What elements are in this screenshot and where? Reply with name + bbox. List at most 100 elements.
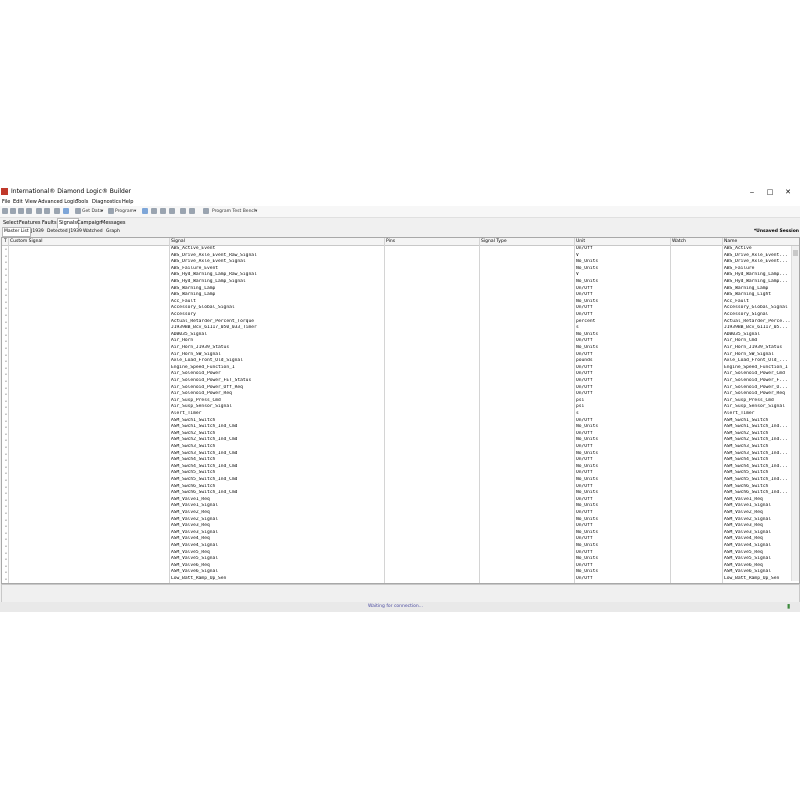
table-row[interactable]: ASM_Valve2_Signal No_Units ⌄ ASM_Valve2_Sig… (2, 517, 799, 524)
table-row[interactable]: ASM_Valve3_Signal No_Units ⌄ ASM_Valve3_Sig… (2, 530, 799, 537)
grid-icon[interactable] (151, 208, 157, 214)
menu-tools[interactable]: Tools (76, 198, 88, 206)
table-row[interactable]: ASM_Valve6_Req On/Off ⌄ ASM_Valve6_Req (2, 563, 799, 570)
watch-chevron-icon[interactable]: ⌄ (2, 511, 10, 515)
table-row[interactable]: Engine_Speed_Function_1 On/Off ⌄ Engine_Spe… (2, 365, 799, 372)
filter-icon[interactable] (169, 208, 175, 214)
column-header-signal-type[interactable]: Signal Type (481, 238, 571, 245)
watch-chevron-icon[interactable]: ⌄ (2, 346, 10, 350)
table-row[interactable]: Air_Susp_Sensor_Signal psi ⌄ Air_Susp_Senso… (2, 404, 799, 411)
connect-icon[interactable] (54, 208, 60, 214)
get-data-icon[interactable] (75, 208, 81, 214)
watch-chevron-icon[interactable]: ⌄ (2, 274, 10, 278)
table-row[interactable]: ASM_Valve3_Req On/Off ⌄ ASM_Valve3_Req (2, 523, 799, 530)
close-button[interactable]: ✕ (777, 186, 799, 198)
column-header-name[interactable]: Name (724, 238, 790, 245)
watch-chevron-icon[interactable]: ⌄ (2, 333, 10, 337)
watch-chevron-icon[interactable]: ⌄ (2, 267, 10, 271)
table-row[interactable]: Air_Horn On/Off ⌄ Air_Horn_Cmd (2, 338, 799, 345)
table-row[interactable]: J1939BB_Bcv_61117_050_033_Timer s ⌄ J1939BB… (2, 325, 799, 332)
watch-chevron-icon[interactable]: ⌄ (2, 498, 10, 502)
menu-advanced-logic[interactable]: Advanced Logic (38, 198, 77, 206)
program-dropdown-icon[interactable]: ▾ (134, 207, 136, 216)
column-header-signal[interactable]: Signal (171, 238, 381, 245)
save-icon[interactable] (18, 208, 24, 214)
watch-chevron-icon[interactable]: ⌄ (2, 465, 10, 469)
table-row[interactable]: ASM_Swch3_Switch On/Off ⌄ ASM_Swch3_Switch (2, 444, 799, 451)
menu-file[interactable]: File (2, 198, 10, 206)
table-row[interactable]: Air_Susp_Press_Cmd psi ⌄ Air_Susp_Press_Cmd (2, 398, 799, 405)
table-row[interactable]: Air_Solenoid_Power On/Off ⌄ Air_Solenoid_Po… (2, 371, 799, 378)
watch-chevron-icon[interactable]: ⌄ (2, 426, 10, 430)
watch-chevron-icon[interactable]: ⌄ (2, 386, 10, 390)
table-row[interactable]: ABS_Hyd_Warning_Lamp_Raw_Signal V ⌄ ABS_Hyd… (2, 272, 799, 279)
subtab-graph[interactable]: Graph (106, 228, 120, 236)
subtab-j1939[interactable]: J1939 (31, 228, 44, 236)
subtab-watched[interactable]: Watched (83, 228, 103, 236)
watch-chevron-icon[interactable]: ⌄ (2, 399, 10, 403)
watch-chevron-icon[interactable]: ⌄ (2, 294, 10, 298)
watch-chevron-icon[interactable]: ⌄ (2, 313, 10, 317)
watch-chevron-icon[interactable]: ⌄ (2, 564, 10, 568)
table-row[interactable]: Axle_Load_Front_Old_Signal pounds ⌄ Axle_Lo… (2, 358, 799, 365)
watch-chevron-icon[interactable]: ⌄ (2, 307, 10, 311)
table-row[interactable]: ASM_Valve2_Req On/Off ⌄ ASM_Valve2_Req (2, 510, 799, 517)
test-bench-icon[interactable] (203, 208, 209, 214)
table-row[interactable]: ADB035_Signal No_Units ⌄ ADB035_Signal (2, 332, 799, 339)
watch-chevron-icon[interactable]: ⌄ (2, 254, 10, 258)
table-row[interactable]: ASM_Swch4_Switch On/Off ⌄ ASM_Swch4_Switch (2, 457, 799, 464)
subtab-detected-j1939[interactable]: Detected J1939 (47, 228, 82, 236)
table-row[interactable]: Air_Solenoid_Power_Req On/Off ⌄ Air_Solenoi… (2, 391, 799, 398)
watch-chevron-icon[interactable]: ⌄ (2, 419, 10, 423)
tab-messages[interactable]: Messages (101, 219, 126, 228)
new-file-icon[interactable] (2, 208, 8, 214)
table-row[interactable]: Air_Horn_J1939_Status No_Units ⌄ Air_Horn_J… (2, 345, 799, 352)
table-row[interactable]: ABS_Failure_Event No_Units ⌄ ABS_Failure (2, 266, 799, 273)
program-icon[interactable] (108, 208, 114, 214)
table-row[interactable]: Air_Horn_SW_Signal On/Off ⌄ Air_Horn_SW_Sig… (2, 352, 799, 359)
table-row[interactable]: ABS_Active_Event On/Off ⌄ ABS_Active (2, 246, 799, 253)
column-header-custom-signal[interactable]: Custom Signal (10, 238, 160, 245)
table-row[interactable]: Actual_Retarder_Percent_Torque percent ⌄ Ac… (2, 319, 799, 326)
tab-campaign[interactable]: Campaign (77, 219, 102, 228)
watch-chevron-icon[interactable]: ⌄ (2, 518, 10, 522)
link-icon[interactable] (180, 208, 186, 214)
column-header-watch[interactable]: Watch (672, 238, 717, 245)
print-icon[interactable] (26, 208, 32, 214)
watch-chevron-icon[interactable]: ⌄ (2, 300, 10, 304)
table-row[interactable]: Air_Solenoid_Power_FET_Status On/Off ⌄ Air_… (2, 378, 799, 385)
watch-chevron-icon[interactable]: ⌄ (2, 373, 10, 377)
watch-chevron-icon[interactable]: ⌄ (2, 412, 10, 416)
watch-chevron-icon[interactable]: ⌄ (2, 544, 10, 548)
watch-chevron-icon[interactable]: ⌄ (2, 492, 10, 496)
table-row[interactable]: ASM_Swch1_Switch_Ind_Cmd No_Units ⌄ ASM_Swc… (2, 424, 799, 431)
table-row[interactable]: ABS_Warning_Lamp On/Off ⌄ ABS_Warning_Light (2, 292, 799, 299)
program-test-bench-button[interactable]: Program Test Bench (212, 207, 257, 216)
table-row[interactable]: Accessory On/Off ⌄ Accessory_Signal (2, 312, 799, 319)
tab-signals[interactable]: Signals (57, 218, 79, 228)
get-data-dropdown-icon[interactable]: ▾ (101, 207, 103, 216)
watch-chevron-icon[interactable]: ⌄ (2, 320, 10, 324)
table-row[interactable]: ASM_Valve4_Signal No_Units ⌄ ASM_Valve4_Sig… (2, 543, 799, 550)
watch-chevron-icon[interactable]: ⌄ (2, 340, 10, 344)
watch-chevron-icon[interactable]: ⌄ (2, 353, 10, 357)
column-header-unit[interactable]: Unit (576, 238, 666, 245)
column-header-pins[interactable]: Pins (386, 238, 476, 245)
watch-chevron-icon[interactable]: ⌄ (2, 366, 10, 370)
table-row[interactable]: ABS_Drive_Axle_Event_Raw_Signal V ⌄ ABS_Dri… (2, 253, 799, 260)
table-row[interactable]: ASM_Swch6_Switch_Ind_Cmd No_Units ⌄ ASM_Swc… (2, 490, 799, 497)
scrollbar-thumb[interactable] (793, 250, 798, 256)
watch-chevron-icon[interactable]: ⌄ (2, 478, 10, 482)
table-row[interactable]: ASM_Valve5_Req On/Off ⌄ ASM_Valve5_Req (2, 550, 799, 557)
vertical-scrollbar[interactable] (791, 246, 799, 581)
watch-chevron-icon[interactable]: ⌄ (2, 558, 10, 562)
watch-chevron-icon[interactable]: ⌄ (2, 360, 10, 364)
watch-chevron-icon[interactable]: ⌄ (2, 287, 10, 291)
table-row[interactable]: ASM_Valve1_Req On/Off ⌄ ASM_Valve1_Req (2, 497, 799, 504)
watch-chevron-icon[interactable]: ⌄ (2, 327, 10, 331)
menu-view[interactable]: View (25, 198, 37, 206)
table-row[interactable]: ABS_Drive_Axle_Event_Signal No_Units ⌄ ABS_… (2, 259, 799, 266)
watch-chevron-icon[interactable]: ⌄ (2, 406, 10, 410)
watch-chevron-icon[interactable]: ⌄ (2, 538, 10, 542)
tab-faults[interactable]: Faults (42, 219, 57, 228)
